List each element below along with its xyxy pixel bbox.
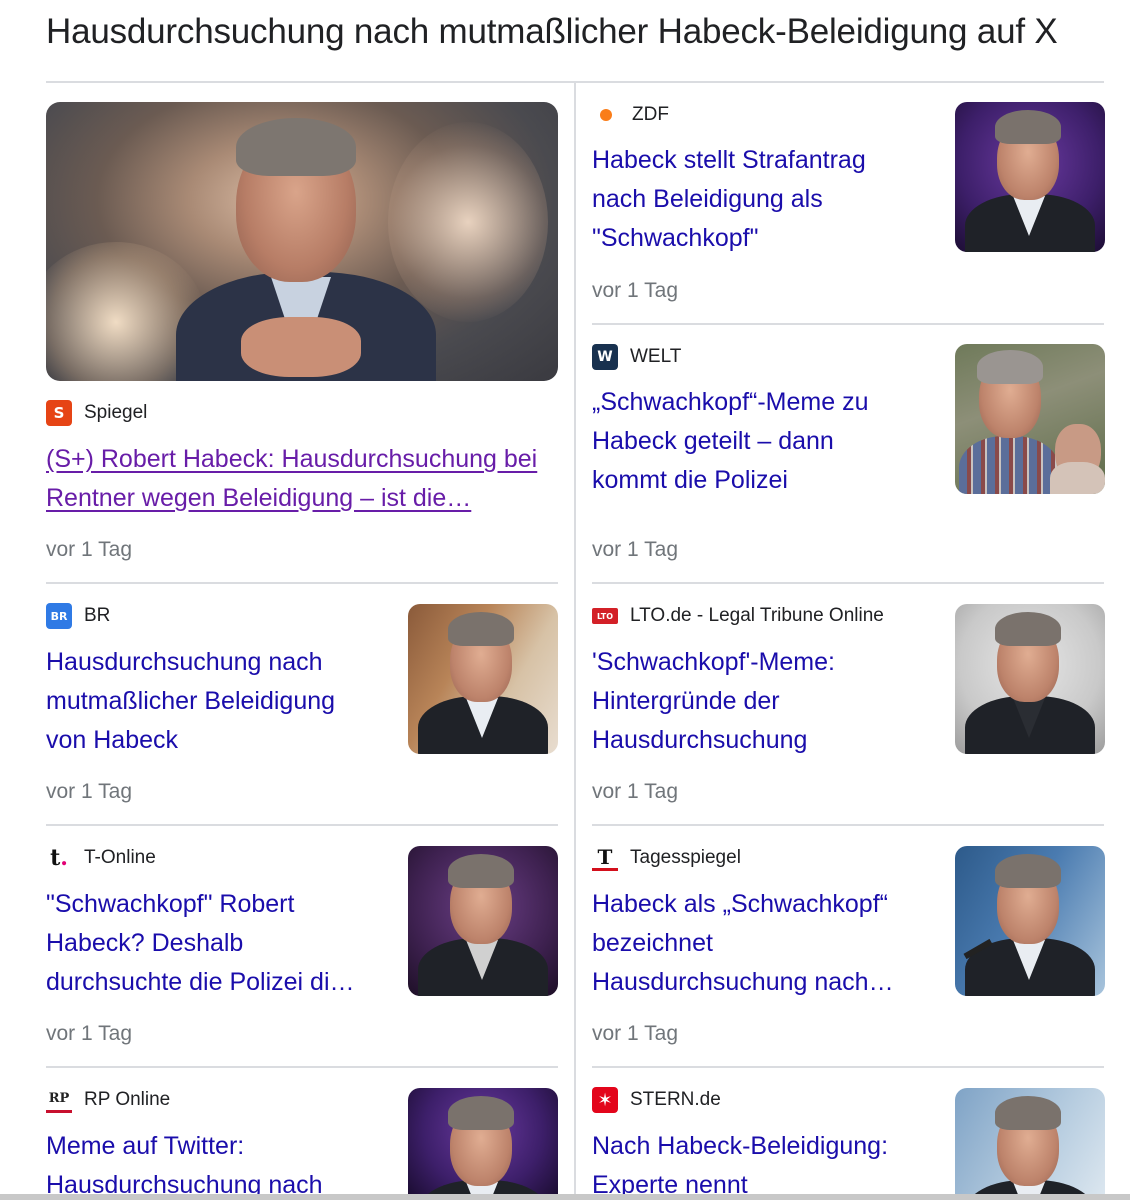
timestamp: vor 1 Tag	[592, 538, 678, 561]
stern-logo-icon: ✶	[592, 1087, 618, 1113]
timestamp: vor 1 Tag	[592, 780, 678, 803]
timestamp: vor 1 Tag	[46, 1022, 132, 1045]
source-name: LTO.de - Legal Tribune Online	[630, 605, 884, 626]
source-name: BR	[84, 605, 111, 626]
timestamp: vor 1 Tag	[592, 1022, 678, 1045]
card-divider	[592, 582, 1104, 584]
card-divider	[592, 1066, 1104, 1068]
source-name: T-Online	[84, 847, 156, 868]
hero-thumbnail[interactable]	[46, 102, 558, 381]
spiegel-logo-icon: S	[46, 400, 72, 426]
headline-link[interactable]: Nach Habeck-Beleidigung: Experte nennt	[592, 1127, 888, 1200]
source-name: Tagesspiegel	[630, 847, 741, 868]
welt-logo-icon: W	[592, 344, 618, 370]
source-name: WELT	[630, 346, 682, 367]
source-name: STERN.de	[630, 1089, 721, 1110]
article-thumbnail[interactable]	[955, 1088, 1105, 1194]
headline-link[interactable]: "Schwachkopf" Robert Habeck? Deshalb dur…	[46, 885, 355, 1002]
source-name: RP Online	[84, 1089, 171, 1110]
br-logo-icon: BR	[46, 603, 72, 629]
article-thumbnail[interactable]	[408, 1088, 558, 1194]
lto-logo-icon: LTO	[592, 608, 618, 624]
column-divider	[574, 83, 576, 1200]
headline-link[interactable]: (S+) Robert Habeck: Hausdurchsuchung bei…	[46, 440, 537, 518]
article-thumbnail[interactable]	[955, 846, 1105, 996]
article-thumbnail[interactable]	[408, 846, 558, 996]
headline-link[interactable]: Habeck als „Schwachkopf“ bezeichnet Haus…	[592, 885, 894, 1002]
article-thumbnail[interactable]	[955, 344, 1105, 494]
headline-link[interactable]: 'Schwachkopf'-Meme: Hintergründe der Hau…	[592, 643, 835, 760]
t-online-logo-icon: t.	[46, 845, 72, 871]
card-divider	[46, 824, 558, 826]
headline-link[interactable]: Habeck stellt Strafantrag nach Beleidigu…	[592, 141, 866, 258]
timestamp: vor 1 Tag	[46, 538, 132, 561]
card-divider	[46, 582, 558, 584]
source-name: ZDF	[632, 104, 669, 125]
page-title: Hausdurchsuchung nach mutmaßlicher Habec…	[46, 12, 1058, 51]
rp-online-logo-icon: RP	[46, 1087, 72, 1113]
article-thumbnail[interactable]	[955, 604, 1105, 754]
headline-link[interactable]: Meme auf Twitter: Hausdurchsuchung nach	[46, 1127, 323, 1200]
tagesspiegel-logo-icon: T	[592, 845, 618, 871]
timestamp: vor 1 Tag	[46, 780, 132, 803]
headline-link[interactable]: Hausdurchsuchung nach mutmaßlicher Belei…	[46, 643, 335, 760]
article-thumbnail[interactable]	[955, 102, 1105, 252]
card-divider	[592, 824, 1104, 826]
horizontal-scrollbar[interactable]	[0, 1194, 1130, 1200]
headline-link[interactable]: „Schwachkopf“-Meme zu Habeck geteilt – d…	[592, 383, 868, 500]
card-divider	[592, 323, 1104, 325]
source-name: Spiegel	[84, 402, 148, 423]
zdf-logo-icon	[592, 102, 620, 128]
timestamp: vor 1 Tag	[592, 279, 678, 302]
card-divider	[46, 1066, 558, 1068]
article-thumbnail[interactable]	[408, 604, 558, 754]
